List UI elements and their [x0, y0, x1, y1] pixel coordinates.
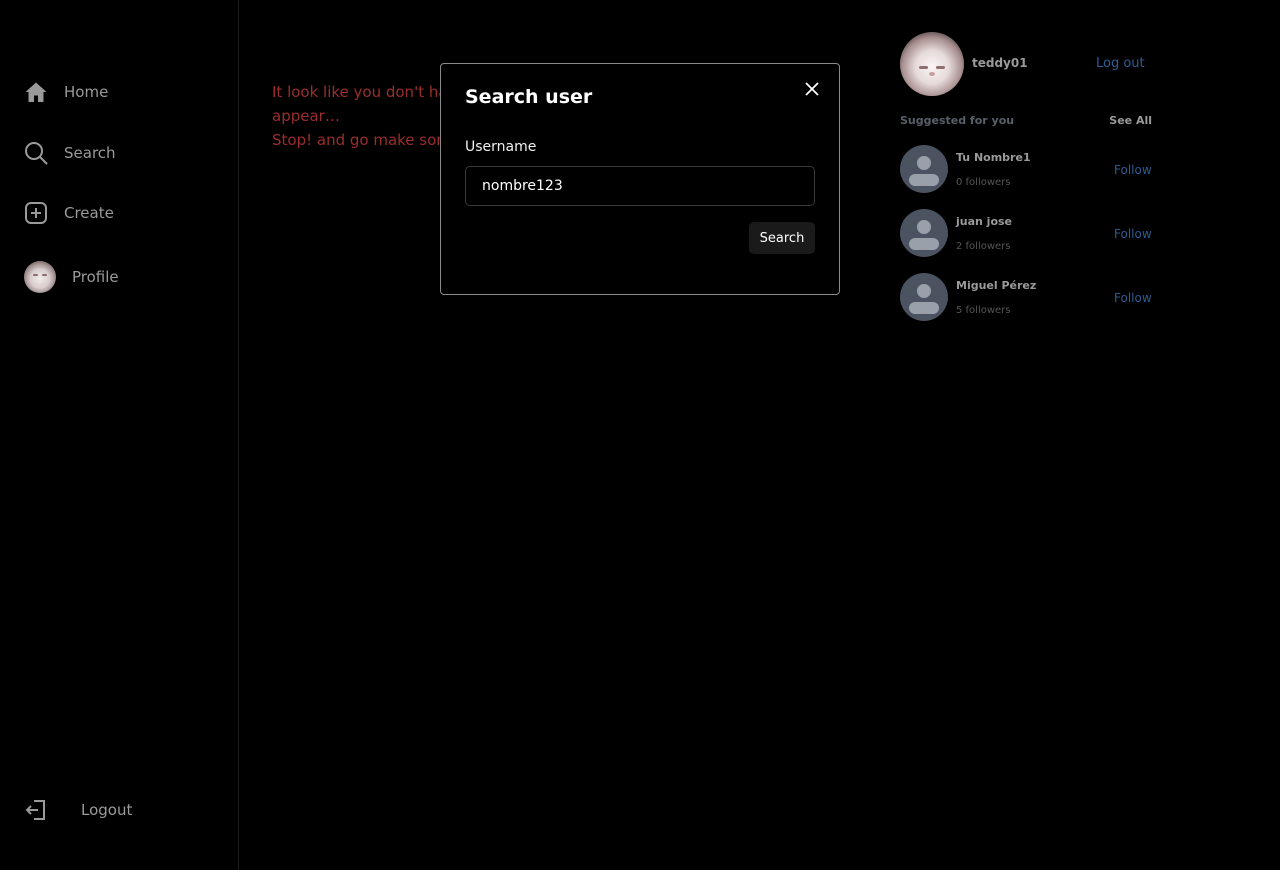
suggestion-item: Tu Nombre1 0 followers Follow — [900, 145, 1152, 193]
home-icon — [24, 80, 48, 104]
close-button[interactable] — [801, 78, 823, 100]
suggestion-name[interactable]: Tu Nombre1 — [956, 151, 1031, 164]
suggestion-name[interactable]: Miguel Pérez — [956, 279, 1036, 292]
sidebar-item-profile[interactable]: Profile — [24, 261, 119, 293]
follow-button[interactable]: Follow — [1114, 163, 1152, 177]
suggestion-followers: 2 followers — [956, 241, 1011, 252]
sidebar-item-label: Home — [64, 83, 109, 101]
username-label: Username — [465, 139, 537, 155]
sidebar-item-label: Profile — [72, 268, 119, 286]
search-icon — [24, 141, 48, 165]
sidebar-item-create[interactable]: Create — [24, 201, 114, 225]
default-avatar-icon[interactable] — [900, 145, 948, 193]
sidebar-item-label: Search — [64, 144, 116, 162]
avatar — [24, 261, 56, 293]
suggested-header: Suggested for you See All — [900, 114, 1152, 127]
suggestion-item: Miguel Pérez 5 followers Follow — [900, 273, 1152, 321]
search-user-modal: Search user Username Search — [440, 63, 840, 295]
modal-title: Search user — [465, 86, 593, 108]
sidebar: Home Search Create Profile Logout — [0, 0, 239, 870]
plus-square-icon — [24, 201, 48, 225]
logout-label: Logout — [81, 801, 133, 819]
username-input[interactable] — [465, 166, 815, 206]
current-username[interactable]: teddy01 — [972, 56, 1028, 70]
logout-icon — [24, 798, 48, 822]
right-panel: teddy01 Log out Suggested for you See Al… — [900, 32, 1160, 321]
log-out-link[interactable]: Log out — [1096, 56, 1145, 71]
follow-button[interactable]: Follow — [1114, 227, 1152, 241]
search-button[interactable]: Search — [749, 222, 815, 254]
suggestion-name[interactable]: juan jose — [956, 215, 1012, 228]
see-all-link[interactable]: See All — [1109, 114, 1152, 127]
default-avatar-icon[interactable] — [900, 209, 948, 257]
suggested-title: Suggested for you — [900, 114, 1015, 127]
logout-button[interactable]: Logout — [24, 798, 132, 822]
follow-button[interactable]: Follow — [1114, 291, 1152, 305]
suggestion-followers: 0 followers — [956, 177, 1011, 188]
close-icon — [805, 82, 819, 96]
default-avatar-icon[interactable] — [900, 273, 948, 321]
current-user: teddy01 Log out — [900, 32, 1160, 96]
sidebar-item-search[interactable]: Search — [24, 141, 116, 165]
suggestion-item: juan jose 2 followers Follow — [900, 209, 1152, 257]
avatar[interactable] — [900, 32, 964, 96]
sidebar-item-home[interactable]: Home — [24, 80, 108, 104]
suggestion-followers: 5 followers — [956, 305, 1011, 316]
sidebar-item-label: Create — [64, 204, 114, 222]
